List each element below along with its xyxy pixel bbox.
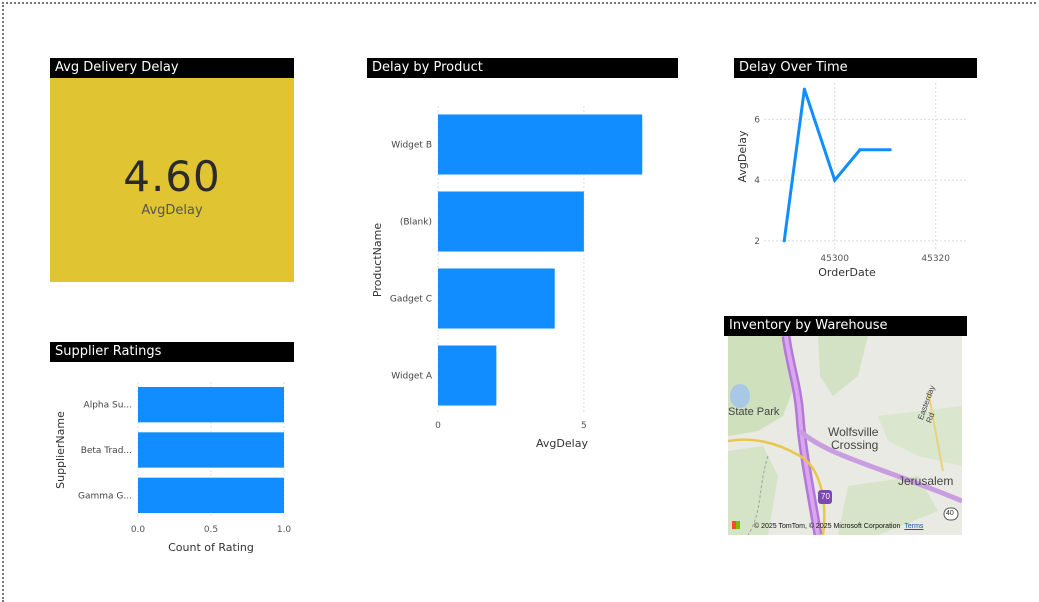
y-axis-title: SupplierName: [54, 411, 67, 489]
map-credit: © 2025 TomTom, © 2025 Microsoft Corporat…: [754, 523, 923, 530]
delay-by-product-chart[interactable]: 0 5 Widget B (Blank) Gadget C Widget A AvgDela…: [367, 78, 682, 478]
map-credit-text: © 2025 TomTom, © 2025 Microsoft Corporat…: [754, 523, 901, 530]
category-label: (Blank): [400, 218, 432, 228]
data-point[interactable]: [888, 148, 892, 152]
x-tick-label: 0.5: [204, 525, 218, 535]
product-chart-title: Delay by Product: [367, 58, 678, 78]
kpi-value: 4.60: [123, 152, 221, 201]
warehouse-map[interactable]: State Park Wolfsville Crossing Jerusalem…: [728, 336, 962, 535]
x-tick-label: 5: [581, 421, 587, 431]
y-tick-label: 2: [754, 237, 760, 247]
supplier-chart-title: Supplier Ratings: [50, 342, 294, 362]
category-label: Beta Trad...: [81, 446, 132, 456]
bar[interactable]: [438, 114, 643, 175]
delay-over-time-chart[interactable]: 45300 45320 2 4 6 OrderDate AvgDelay: [734, 78, 984, 283]
x-axis-title: Count of Rating: [168, 541, 254, 554]
category-label: Widget B: [391, 141, 432, 151]
x-tick-label: 45300: [820, 254, 849, 264]
time-chart-title: Delay Over Time: [734, 58, 977, 78]
map-label-crossing: Crossing: [831, 438, 879, 452]
category-label: Gamma G...: [78, 491, 132, 501]
kpi-card-title: Avg Delivery Delay: [50, 58, 294, 78]
microsoft-logo-icon: [732, 521, 740, 529]
map-route-70-shield: 70: [821, 492, 830, 501]
map-label-wolfsville: Wolfsville: [828, 425, 879, 439]
category-label: Widget A: [391, 372, 433, 382]
bar[interactable]: [138, 432, 284, 468]
data-point[interactable]: [782, 239, 786, 243]
y-axis-title: ProductName: [371, 223, 384, 297]
kpi-card[interactable]: 4.60 AvgDelay: [50, 78, 294, 282]
map-label-jerusalem: Jerusalem: [898, 474, 954, 488]
bar[interactable]: [138, 386, 284, 423]
map-title: Inventory by Warehouse: [724, 316, 967, 336]
x-axis-title: OrderDate: [818, 266, 876, 279]
y-axis-title: AvgDelay: [736, 130, 749, 182]
bar[interactable]: [438, 191, 584, 252]
data-point[interactable]: [802, 87, 806, 91]
bar[interactable]: [438, 345, 497, 406]
kpi-label: AvgDelay: [141, 203, 203, 218]
map-route-40-shield: 40: [946, 510, 954, 517]
supplier-ratings-chart[interactable]: 0.0 0.5 1.0 Alpha Su... Beta Trad... Gamma G.…: [50, 362, 300, 572]
category-label: Alpha Su...: [84, 401, 132, 411]
map-label-state-park: State Park: [728, 406, 780, 418]
y-tick-label: 4: [754, 176, 760, 186]
x-tick-label: 45320: [921, 254, 950, 264]
y-tick-label: 6: [754, 115, 760, 125]
x-tick-label: 0.0: [131, 525, 146, 535]
x-tick-label: 0: [435, 421, 441, 431]
data-point[interactable]: [858, 148, 862, 152]
bar[interactable]: [438, 268, 555, 329]
series-line[interactable]: [782, 88, 891, 242]
data-point[interactable]: [833, 178, 837, 182]
x-axis-title: AvgDelay: [536, 437, 588, 450]
x-tick-label: 1.0: [277, 525, 292, 535]
bar[interactable]: [138, 477, 284, 514]
map-terms-link[interactable]: Terms: [904, 523, 923, 530]
category-label: Gadget C: [390, 295, 432, 305]
